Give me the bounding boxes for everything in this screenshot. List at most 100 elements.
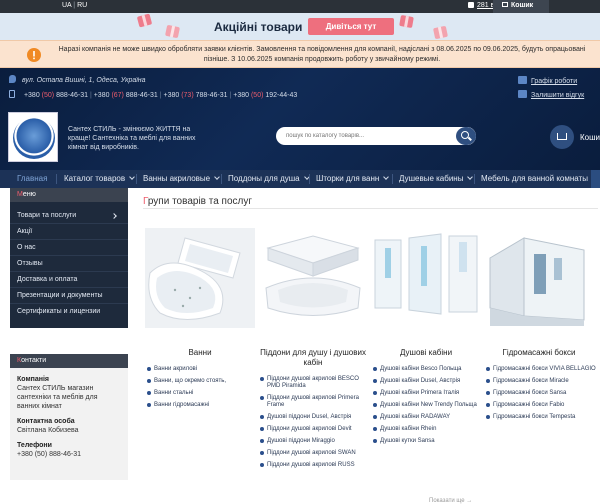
sidebar-item-delivery[interactable]: Доставка и оплата bbox=[10, 272, 128, 288]
subcategory-link[interactable]: Душові кабіни Besco Польща bbox=[371, 366, 486, 373]
subcategory-link[interactable]: Душові піддони Miraggio bbox=[258, 438, 373, 445]
nav-item-bathroom-furniture[interactable]: Мебель для ванной комнаты bbox=[481, 170, 598, 188]
subcategory-list: Ванни акрилові Ванни, що окремо стоять, … bbox=[145, 366, 260, 414]
chat-icon bbox=[468, 2, 474, 8]
subcategory-link[interactable]: Ванни гідромасажні bbox=[145, 402, 260, 409]
header-cart-label[interactable]: Кошик bbox=[580, 133, 600, 142]
sidebar-item-certificates[interactable]: Сертификаты и лицензии bbox=[10, 304, 128, 320]
site-header: вул. Остапа Вишні, 1, Одеса, Україна +38… bbox=[0, 68, 600, 170]
subcategory-link[interactable]: Душові кабіни New Trendy Польща bbox=[371, 402, 486, 409]
subcategory-link[interactable]: Ванни стальні bbox=[145, 390, 260, 397]
nav-item-home[interactable]: Главная bbox=[17, 170, 47, 188]
subcategory-link[interactable]: Душові кабіни Primera Італія bbox=[371, 390, 486, 397]
bullet-icon bbox=[486, 379, 490, 383]
sidebar-menu-title: Меню bbox=[10, 188, 128, 202]
section-title: Групи товарів та послуг bbox=[143, 196, 253, 207]
chevron-down-icon bbox=[214, 174, 220, 180]
cart-icon bbox=[557, 133, 567, 140]
subcategory-link[interactable]: Піддони душові акрилові BESCO PMD Pirami… bbox=[258, 376, 373, 390]
subcategory-link[interactable]: Душові кабіни RADAWAY bbox=[371, 414, 486, 421]
bullet-icon bbox=[373, 391, 377, 395]
sidebar-item-promotions[interactable]: Акції bbox=[10, 224, 128, 240]
nav-more-button[interactable] bbox=[591, 170, 600, 188]
company-label: Компанія bbox=[17, 376, 50, 383]
nav-item-catalog[interactable]: Каталог товаров bbox=[64, 170, 135, 188]
site-logo[interactable] bbox=[8, 112, 58, 162]
phone-number[interactable]: +380 (67) 888-46-31 bbox=[94, 92, 158, 99]
bullet-icon bbox=[260, 451, 264, 455]
promo-see-button[interactable]: Дивіться тут bbox=[308, 18, 394, 35]
sidebar-item-presentations[interactable]: Презентации и документы bbox=[10, 288, 128, 304]
show-more-link[interactable]: Показати ще → bbox=[429, 498, 472, 504]
review-icon bbox=[518, 90, 527, 98]
topbar-cart-label: Кошик bbox=[511, 2, 534, 9]
contacts-title: Контакти bbox=[10, 354, 128, 368]
lang-separator: | bbox=[73, 2, 76, 9]
bullet-icon bbox=[373, 427, 377, 431]
subcategory-link[interactable]: Ванни акрилові bbox=[145, 366, 260, 373]
leave-review-link[interactable]: Залишити відгук bbox=[518, 90, 584, 99]
subcategory-link[interactable]: Піддони душові акрилові Devit bbox=[258, 426, 373, 433]
schedule-link[interactable]: Графік роботи bbox=[518, 76, 577, 85]
hydromassage-boxes-image[interactable] bbox=[484, 228, 594, 328]
subcategory-list: Піддони душові акрилові BESCO PMD Pirami… bbox=[258, 376, 373, 474]
search-button[interactable] bbox=[456, 127, 476, 145]
category-name[interactable]: Гідромасажні бокси bbox=[484, 348, 594, 358]
sidebar-item-about[interactable]: О нас bbox=[10, 240, 128, 256]
phone-number[interactable]: +380 (73) 788-46-31 bbox=[163, 92, 227, 99]
subcategory-link[interactable]: Душові кабіни Dusel, Австрія bbox=[371, 378, 486, 385]
clock-icon bbox=[518, 76, 527, 84]
phone-number[interactable]: +380 (50) 888-46-31 bbox=[24, 92, 88, 99]
subcategory-link[interactable]: Душові кабіни Rhein bbox=[371, 426, 486, 433]
phone-number[interactable]: +380 (50) 192-44-43 bbox=[233, 92, 297, 99]
sidebar-item-products[interactable]: Товари та послуги bbox=[10, 208, 128, 224]
nav-item-acrylic-baths[interactable]: Ванны акриловые bbox=[143, 170, 220, 188]
subcategory-link[interactable]: Гідромасажні бокси Sansa bbox=[484, 390, 599, 397]
sidebar: Меню Товари та послуги Акції О нас Отзыв… bbox=[10, 188, 128, 480]
warning-icon bbox=[27, 48, 41, 62]
category-name[interactable]: Піддони для душу і душових кабін bbox=[258, 348, 368, 368]
lang-ru[interactable]: RU bbox=[77, 2, 87, 9]
sidebar-item-reviews[interactable]: Отзывы bbox=[10, 256, 128, 272]
phone-value[interactable]: +380 (50) 888-46-31 bbox=[17, 450, 121, 459]
nav-item-shower-cabins[interactable]: Душевые кабины bbox=[399, 170, 474, 188]
bullet-icon bbox=[260, 463, 264, 467]
map-pin-icon bbox=[9, 75, 16, 83]
category-name[interactable]: Ванни bbox=[145, 348, 255, 358]
nav-item-bath-screens[interactable]: Шторки для ванн bbox=[316, 170, 390, 188]
subcategory-link[interactable]: Гідромасажні бокси Miracle bbox=[484, 378, 599, 385]
subcategory-link[interactable]: Душові піддони Dusel, Австрія bbox=[258, 414, 373, 421]
header-cart-button[interactable] bbox=[550, 125, 574, 149]
notice-text: Наразі компанія не може швидко обробляти… bbox=[58, 46, 586, 63]
top-bar: UA | RU 281 відгук Кошик bbox=[0, 0, 600, 13]
bullet-icon bbox=[260, 377, 264, 381]
bullet-icon bbox=[260, 427, 264, 431]
shower-trays-image[interactable] bbox=[258, 228, 368, 328]
bullet-icon bbox=[486, 391, 490, 395]
subcategory-link[interactable]: Піддони душові акрилові Primera Frame bbox=[258, 395, 373, 409]
search-input[interactable] bbox=[286, 130, 446, 142]
subcategory-link[interactable]: Піддони душові акрилові SWAN bbox=[258, 450, 373, 457]
contact-person-label: Контактна особа bbox=[17, 418, 75, 425]
phone-list: +380 (50) 888-46-31 | +380 (67) 888-46-3… bbox=[9, 90, 297, 99]
subcategory-link[interactable]: Гідромасажні бокси Tempesta bbox=[484, 414, 599, 421]
lang-ua[interactable]: UA bbox=[62, 2, 71, 9]
category-name[interactable]: Душові кабіни bbox=[371, 348, 481, 358]
baths-image[interactable] bbox=[145, 228, 255, 328]
subcategory-link[interactable]: Ванни, що окремо стоять, bbox=[145, 378, 260, 385]
main-nav: Главная Каталог товаров Ванны акриловые … bbox=[0, 170, 600, 188]
subcategory-link[interactable]: Гідромасажні бокси VIVIA BELLAGIO bbox=[484, 366, 599, 373]
subcategory-link[interactable]: Гідромасажні бокси Fabio bbox=[484, 402, 599, 409]
contacts-panel: Компанія Сантех СТИЛЬ магазин сантехніки… bbox=[10, 368, 128, 480]
subcategory-link[interactable]: Піддони душові акрилові RUSS bbox=[258, 462, 373, 469]
nav-item-shower-trays[interactable]: Поддоны для душа bbox=[228, 170, 310, 188]
bullet-icon bbox=[147, 367, 151, 371]
topbar-cart-button[interactable]: Кошик bbox=[493, 0, 549, 13]
search-bar bbox=[276, 127, 476, 145]
bullet-icon bbox=[373, 367, 377, 371]
bullet-icon bbox=[147, 391, 151, 395]
bullet-icon bbox=[486, 415, 490, 419]
sidebar-menu: Товари та послуги Акції О нас Отзывы Дос… bbox=[10, 202, 128, 328]
shower-cabins-image[interactable] bbox=[371, 228, 481, 328]
subcategory-link[interactable]: Душові кутки Sansa bbox=[371, 438, 486, 445]
